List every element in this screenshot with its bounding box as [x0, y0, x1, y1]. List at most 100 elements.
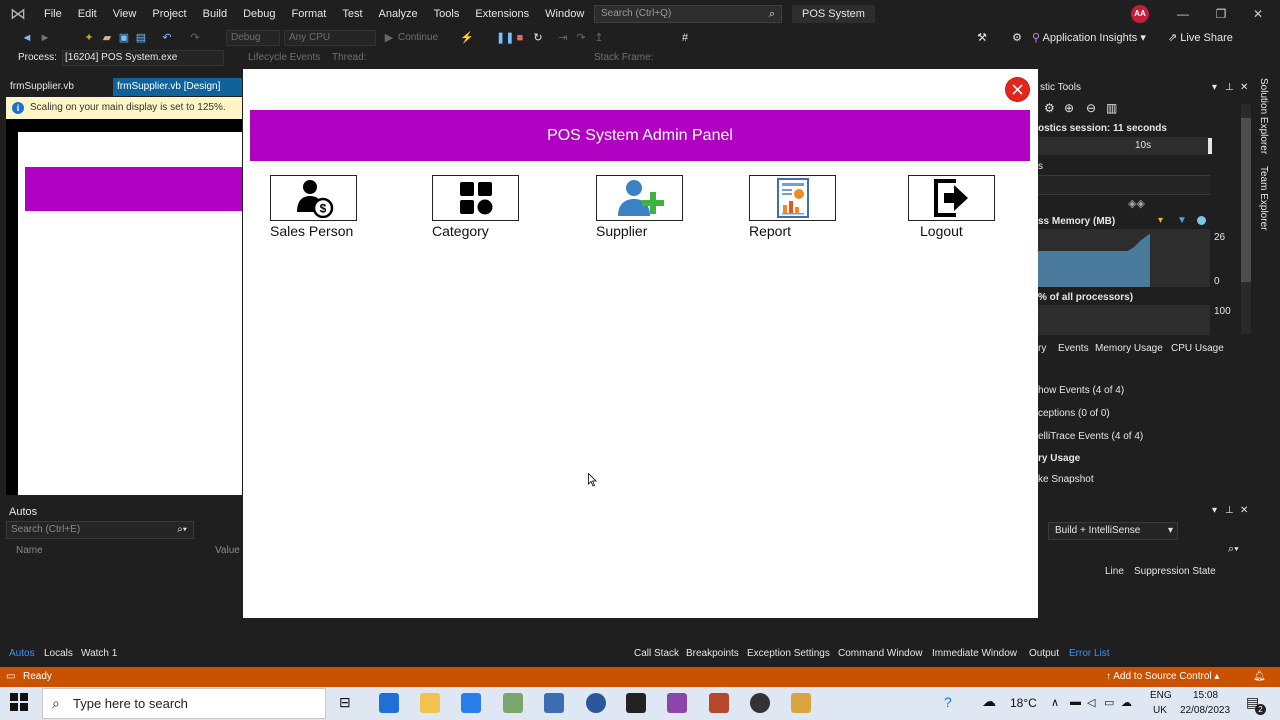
comment-icon[interactable]: #	[678, 31, 692, 45]
continue-button[interactable]: Continue	[398, 31, 438, 45]
back-icon[interactable]: ◄	[20, 31, 34, 45]
side-tab-solution-explorer[interactable]: Solution Explorer	[1258, 78, 1269, 154]
redo-icon[interactable]: ↷	[188, 31, 202, 45]
take-snapshot-button[interactable]: ke Snapshot	[1038, 474, 1094, 485]
diag-scrollbar[interactable]	[1241, 104, 1251, 334]
output-icon[interactable]: ▭	[6, 667, 15, 687]
close-panel-icon[interactable]: ✕	[1240, 505, 1248, 516]
close-panel-icon[interactable]: ✕	[1240, 82, 1248, 93]
microsoft-store-icon[interactable]	[461, 693, 481, 713]
tab-output[interactable]: Output	[1029, 648, 1059, 660]
tab-cpu-usage[interactable]: CPU Usage	[1171, 343, 1224, 354]
pin-icon[interactable]: ⊥	[1225, 505, 1234, 516]
menu-analyze[interactable]: Analyze	[371, 0, 426, 28]
events-track[interactable]	[1038, 175, 1210, 195]
pin-icon[interactable]: ⊥	[1225, 82, 1234, 93]
battery-icon[interactable]: ▬	[1070, 696, 1081, 708]
network-icon[interactable]: ▭	[1104, 696, 1114, 709]
sublime-icon[interactable]	[626, 693, 646, 713]
menu-edit[interactable]: Edit	[70, 0, 105, 28]
step-out-icon[interactable]: ↥	[592, 31, 606, 45]
save-icon[interactable]: ▣	[117, 31, 131, 45]
config-dropdown[interactable]: Debug	[226, 30, 280, 46]
tab-frmsupplier-code[interactable]: frmSupplier.vb	[0, 78, 112, 96]
pause-icon[interactable]: ❚❚	[496, 31, 514, 45]
autos-col-value[interactable]: Value	[215, 545, 240, 556]
menu-window[interactable]: Window	[537, 0, 592, 28]
menu-debug[interactable]: Debug	[235, 0, 283, 28]
clock-date[interactable]: 22/08/2023	[1180, 705, 1230, 716]
stop-icon[interactable]: ■	[513, 31, 527, 45]
help-icon[interactable]: ?	[944, 694, 952, 710]
memory-chart[interactable]	[1038, 229, 1210, 287]
file-explorer-icon[interactable]	[420, 693, 440, 713]
timeline-ruler[interactable]	[1038, 137, 1210, 155]
weather-temp[interactable]: 18°C	[1010, 696, 1037, 710]
minimize-icon[interactable]: —	[1173, 4, 1193, 24]
volume-icon[interactable]: ◁	[1087, 696, 1095, 709]
dropdown-icon[interactable]: ▾	[1212, 82, 1217, 93]
menu-file[interactable]: File	[36, 0, 70, 28]
reset-view-icon[interactable]: ▥	[1106, 101, 1117, 115]
process-dropdown[interactable]: [16204] POS System.exe	[62, 50, 224, 66]
open-folder-icon[interactable]: ▰	[100, 31, 114, 45]
obs-icon[interactable]	[750, 693, 770, 713]
mail-icon[interactable]	[379, 693, 399, 713]
tools-icon[interactable]: ⚒	[975, 31, 989, 45]
autos-search-input[interactable]: Search (Ctrl+E) ⌕▾	[6, 521, 194, 539]
tab-exception-settings[interactable]: Exception Settings	[747, 648, 830, 660]
designer-banner-preview[interactable]	[25, 167, 242, 211]
play-icon[interactable]: ▶	[382, 31, 396, 45]
step-over-icon[interactable]: ↷	[574, 31, 588, 45]
sales-person-button[interactable]: $	[270, 175, 357, 221]
tab-locals[interactable]: Locals	[44, 648, 73, 660]
language-bottom[interactable]: UK	[1153, 705, 1167, 716]
menu-build[interactable]: Build	[195, 0, 235, 28]
forward-icon[interactable]: ►	[38, 31, 52, 45]
report-button[interactable]	[749, 175, 836, 221]
notifications-bell-icon[interactable]: 🔔︎	[1253, 667, 1266, 687]
app-close-button[interactable]	[1006, 78, 1029, 101]
zoom-out-icon[interactable]: ⊖	[1086, 101, 1096, 115]
hot-reload-icon[interactable]: ⚡	[460, 31, 474, 45]
task-view-icon[interactable]: ⊟	[339, 694, 351, 711]
lifecycle-events-dropdown[interactable]: Lifecycle Events	[248, 51, 320, 65]
pos-app-taskbar-icon[interactable]	[791, 693, 811, 713]
weather-icon[interactable]: ☁	[982, 693, 996, 710]
tab-error-list[interactable]: Error List	[1069, 648, 1110, 660]
attach-icon[interactable]: ⚙	[1010, 31, 1024, 45]
logout-button[interactable]	[908, 175, 995, 221]
menu-tools[interactable]: Tools	[426, 0, 468, 28]
new-project-icon[interactable]: ✦	[82, 31, 96, 45]
tab-breakpoints[interactable]: Breakpoints	[686, 648, 739, 660]
cpu-chart[interactable]	[1038, 305, 1210, 335]
error-col-line[interactable]: Line	[1105, 566, 1124, 577]
sql-tool-icon[interactable]	[503, 693, 523, 713]
tab-events[interactable]: Events	[1058, 343, 1089, 354]
tab-memory-usage[interactable]: Memory Usage	[1095, 343, 1163, 354]
menu-extensions[interactable]: Extensions	[467, 0, 537, 28]
settings-icon[interactable]: ⚙	[1044, 101, 1055, 115]
undo-icon[interactable]: ↶	[160, 31, 174, 45]
menu-project[interactable]: Project	[144, 0, 194, 28]
close-window-icon[interactable]: ✕	[1248, 4, 1268, 24]
add-to-source-control-button[interactable]: ↑ Add to Source Control ▴	[1106, 667, 1219, 687]
dropdown-icon[interactable]: ▾	[1212, 505, 1217, 516]
show-events-link[interactable]: how Events (4 of 4)	[1038, 385, 1124, 396]
autos-col-name[interactable]: Name	[16, 545, 43, 556]
clock-time[interactable]: 15:08	[1193, 690, 1218, 701]
diag-scrollbar-thumb[interactable]	[1241, 118, 1251, 282]
avatar[interactable]: AA	[1131, 5, 1149, 23]
tab-command-window[interactable]: Command Window	[838, 648, 922, 660]
ide-search-box[interactable]: Search (Ctrl+Q) ⌕	[594, 5, 782, 23]
menu-test[interactable]: Test	[334, 0, 370, 28]
maximize-icon[interactable]: ❐	[1211, 4, 1231, 24]
access-icon[interactable]	[709, 693, 729, 713]
live-share-button[interactable]: ⇗ Live Share	[1168, 31, 1233, 45]
tab-summary[interactable]: ry	[1038, 343, 1046, 354]
windows-start-icon[interactable]	[10, 693, 30, 713]
taskbar-search-input[interactable]: ⌕ Type here to search	[42, 688, 326, 719]
side-tab-team-explorer[interactable]: Team Explorer	[1258, 166, 1269, 230]
tab-autos[interactable]: Autos	[9, 648, 35, 660]
tray-chevron-icon[interactable]: ∧	[1051, 696, 1059, 709]
